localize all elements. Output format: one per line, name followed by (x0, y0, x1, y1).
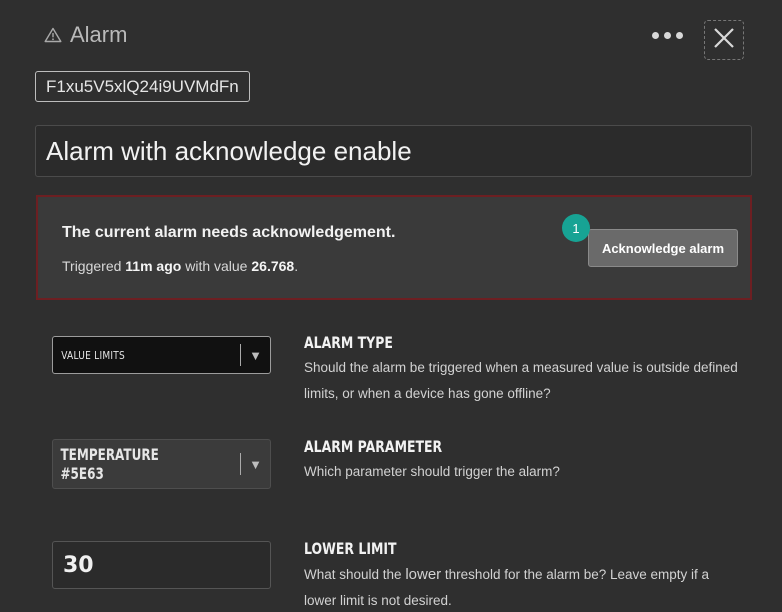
lower-limit-label: LOWER LIMIT (304, 539, 397, 558)
trigger-time: 11m ago (125, 258, 182, 274)
close-button[interactable] (704, 20, 744, 60)
alarm-type-label: ALARM TYPE (304, 333, 393, 352)
lower-limit-description: What should the lower threshold for the … (304, 562, 744, 612)
step-badge: 1 (562, 214, 590, 242)
alarm-parameter-value: TEMPERATURE #5E63 (60, 445, 159, 483)
trigger-prefix: Triggered (62, 258, 126, 274)
alarm-parameter-select[interactable]: TEMPERATURE #5E63 ▼ (52, 439, 271, 489)
alarm-type-value: VALUE LIMITS (61, 348, 126, 362)
acknowledge-alarm-button[interactable]: Acknowledge alarm (588, 229, 738, 267)
more-dot-icon (664, 32, 671, 39)
alarm-id-chip: F1xu5V5xlQ24i9UVMdFn (35, 71, 250, 102)
select-divider (240, 453, 242, 475)
alarm-title-input[interactable] (35, 125, 752, 177)
more-dot-icon (676, 32, 683, 39)
panel-header: Alarm (44, 22, 127, 48)
warning-triangle-icon (44, 27, 62, 43)
chevron-down-icon: ▼ (249, 456, 262, 472)
alarm-parameter-label: ALARM PARAMETER (304, 437, 443, 456)
chevron-down-icon: ▼ (249, 347, 262, 363)
lower-limit-desc-emph: lower (405, 566, 442, 583)
select-divider (240, 344, 242, 366)
close-icon (713, 27, 735, 54)
trigger-value: 26.768 (251, 258, 295, 274)
more-dot-icon (652, 32, 659, 39)
trigger-mid: with value (181, 258, 252, 274)
acknowledge-alert: The current alarm needs acknowledgement.… (36, 195, 752, 300)
alert-heading: The current alarm needs acknowledgement. (62, 224, 396, 241)
alarm-panel: Alarm F1xu5V5xlQ24i9UVMdFn The current a… (0, 0, 782, 612)
lower-limit-desc-prefix: What should the (304, 567, 406, 582)
lower-limit-input[interactable] (52, 541, 271, 589)
alarm-type-description: Should the alarm be triggered when a mea… (304, 360, 738, 401)
panel-title: Alarm (70, 22, 128, 47)
trigger-suffix: . (294, 258, 299, 274)
alarm-parameter-description: Which parameter should trigger the alarm… (304, 464, 560, 479)
alert-trigger-detail: Triggered 11m ago with value 26.768. (62, 258, 298, 274)
alarm-type-select[interactable]: VALUE LIMITS ▼ (52, 336, 271, 374)
more-options-button[interactable] (652, 32, 683, 39)
